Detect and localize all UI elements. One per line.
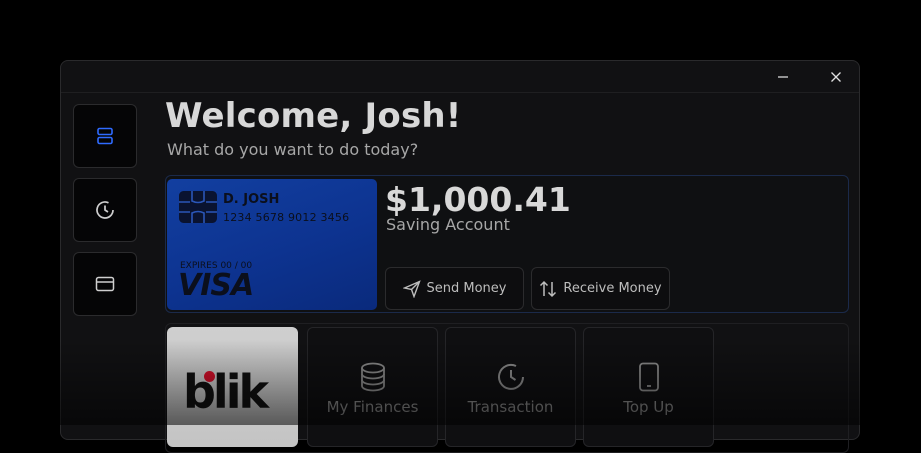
minimize-icon [778, 76, 788, 78]
my-finances-label: My Finances [326, 398, 419, 416]
blik-logo: blik [183, 365, 269, 419]
chip-icon [179, 191, 217, 223]
blik-dot [204, 371, 215, 382]
card-number: 1234 5678 9012 3456 [223, 211, 350, 224]
history-icon [497, 363, 524, 390]
transaction-label: Transaction [467, 398, 554, 416]
card-holder: D. JOSH [223, 192, 280, 207]
top-up-tile[interactable]: Top Up [583, 327, 714, 447]
send-money-label: Send Money [426, 281, 507, 296]
wallet-icon [95, 276, 115, 292]
receive-money-button[interactable]: Receive Money [531, 267, 670, 310]
page-title: Welcome, Josh! [165, 96, 462, 136]
account-type: Saving Account [386, 215, 510, 234]
my-finances-tile[interactable]: My Finances [307, 327, 438, 447]
phone-icon [638, 362, 659, 392]
history-icon [96, 201, 114, 219]
receive-money-label: Receive Money [563, 281, 662, 296]
send-icon [402, 279, 421, 298]
transfer-arrows-icon [540, 280, 557, 297]
minimize-button[interactable] [766, 66, 800, 88]
page-subtitle: What do you want to do today? [167, 140, 419, 159]
title-bar [61, 61, 859, 93]
send-money-button[interactable]: Send Money [385, 267, 524, 310]
close-button[interactable] [819, 66, 853, 88]
sidebar-item-wallet[interactable] [73, 252, 137, 316]
blik-tile[interactable]: blik [167, 327, 298, 447]
bank-card[interactable]: D. JOSH 1234 5678 9012 3456 EXPIRES 00 /… [167, 179, 377, 310]
card-brand: VISA [178, 268, 254, 303]
close-icon [831, 72, 841, 82]
coins-icon [360, 362, 385, 392]
top-up-label: Top Up [623, 398, 674, 416]
account-balance: $1,000.41 [385, 180, 571, 219]
transaction-tile[interactable]: Transaction [445, 327, 576, 447]
sidebar-item-accounts[interactable] [73, 104, 137, 168]
sidebar-item-history[interactable] [73, 178, 137, 242]
accounts-icon [97, 127, 113, 145]
